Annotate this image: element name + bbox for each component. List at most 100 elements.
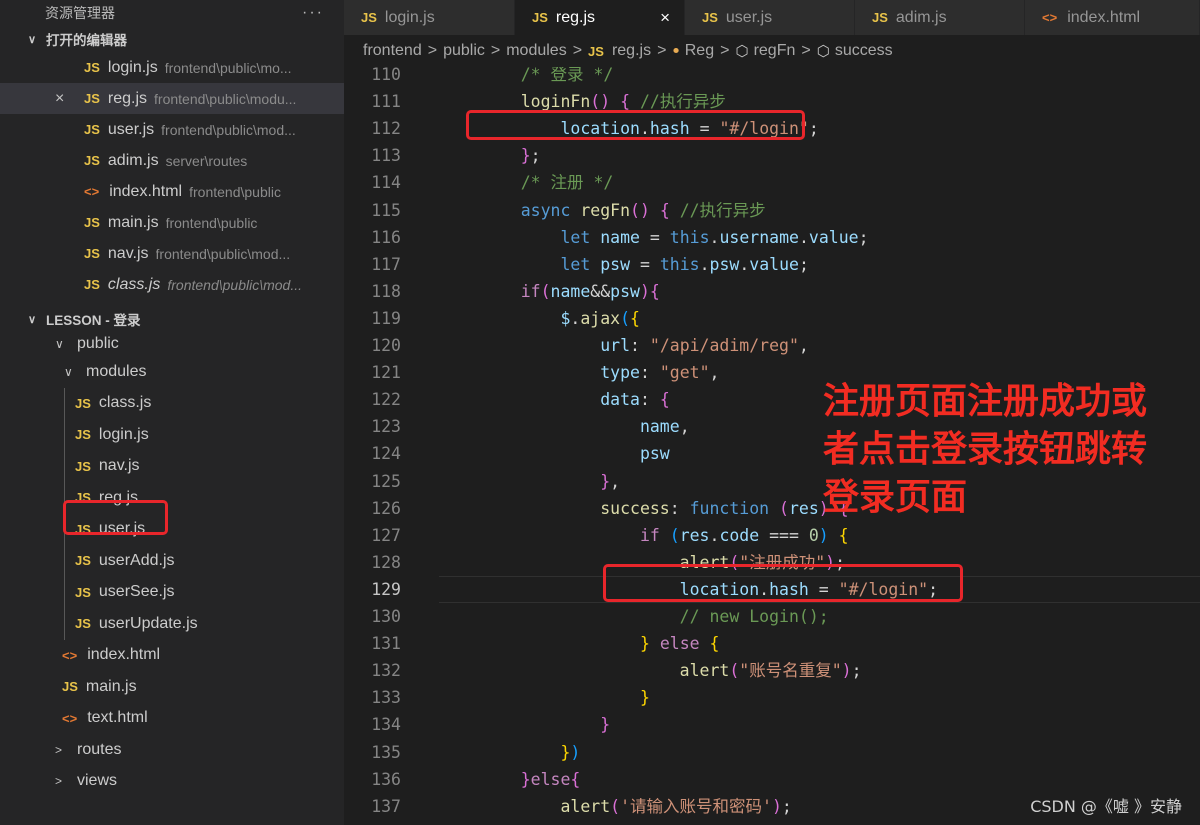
file-name: index.html [109,182,183,200]
file-path: frontend\public\mod... [161,121,296,138]
code-token: : [639,363,660,383]
breadcrumb-item[interactable]: reg.js [612,42,651,60]
code-token: else [530,769,571,789]
code-token: alert [481,661,730,681]
tree-file-item[interactable]: <> index.html [0,640,344,672]
open-editors-header[interactable]: ∨ 打开的编辑器 [0,26,344,52]
js-file-icon: JS [75,395,91,411]
tree-file-item[interactable]: JS login.js [0,419,344,451]
code-line: 120 url: "/api/adim/reg", [344,332,1200,359]
file-path: frontend\public\modu... [154,90,297,107]
tree-file-item[interactable]: JS main.js [0,671,344,703]
js-file-icon: JS [84,277,100,292]
folder-public[interactable]: ∨ public [0,332,344,356]
code-text: url: "/api/adim/reg", [481,332,809,359]
folder-routes[interactable]: > routes [0,734,344,766]
tab-user-js[interactable]: JS user.js [685,0,855,35]
code-text: let name = this.username.value; [481,224,869,251]
file-name: text.html [87,709,148,727]
file-path: frontend\public [189,183,281,200]
code-token: { [659,200,670,220]
code-text: let psw = this.psw.value; [481,251,808,278]
folder-views[interactable]: > views [0,766,344,798]
code-line: 127 if (res.code === 0) { [344,522,1200,549]
tree-file-item[interactable]: <> text.html [0,703,344,735]
breadcrumb-item[interactable]: public [443,42,485,60]
code-token: ; [851,661,862,681]
line-number: 127 [371,525,401,545]
chevron-right-icon: > [490,42,501,59]
code-token: : [639,390,660,410]
line-number: 131 [371,634,401,654]
tree-file-item[interactable]: JS class.js [0,388,344,420]
code-token: ; [858,227,869,247]
js-file-icon: JS [702,10,718,25]
open-editor-item[interactable]: JS nav.js frontend\public\mod... [0,238,344,269]
js-file-icon: JS [75,553,91,569]
code-token: { [838,525,849,545]
line-number: 115 [371,200,401,220]
file-name: login.js [98,425,149,443]
html-file-icon: <> [62,710,78,726]
code-token: /* 登录 */ [481,67,614,84]
breadcrumb-item[interactable]: success [835,42,893,60]
code-token: ( [610,796,621,816]
js-file-icon: JS [62,679,78,695]
tab-reg-js[interactable]: JS reg.js × [515,0,685,35]
line-number: 112 [371,119,401,139]
close-icon[interactable]: × [55,90,64,108]
file-name: main.js [85,677,137,695]
more-actions-icon[interactable]: ··· [302,4,324,22]
explorer-title: 资源管理器 [45,5,115,21]
tree-file-item[interactable]: JS nav.js [0,451,344,483]
line-number: 126 [371,498,401,518]
js-file-icon: JS [75,427,91,443]
tab-login-js[interactable]: JS login.js [344,0,515,35]
file-name: login.js [107,58,158,76]
code-token: "get" [659,363,710,383]
file-name: nav.js [107,244,149,262]
code-token: data [481,390,640,410]
open-editor-item[interactable]: JS user.js frontend\public\mod... [0,114,344,145]
code-token: let [481,254,591,274]
tree-file-item[interactable]: JS userUpdate.js [0,608,344,640]
chevron-down-icon: ∨ [55,337,64,351]
open-editor-item[interactable]: <> index.html frontend\public [0,176,344,207]
open-editor-item[interactable]: JS main.js frontend\public [0,207,344,238]
tree-file-item[interactable]: JS userAdd.js [0,545,344,577]
chevron-right-icon: > [720,42,730,59]
file-path: frontend\public\mod... [155,245,291,262]
open-editor-item[interactable]: × JS reg.js frontend\public\modu... [0,83,344,114]
code-text: if(name&&psw){ [481,278,660,305]
tree-file-item[interactable]: JS userSee.js [0,577,344,609]
tree-file-item[interactable]: JS user.js [0,514,344,546]
breadcrumb-item[interactable]: Reg [685,42,714,60]
open-editor-item[interactable]: JS login.js frontend\public\mo... [0,52,344,83]
chevron-right-icon: > [657,42,667,59]
open-editor-item[interactable]: JS adim.js server\routes [0,145,344,176]
line-number: 138 [344,820,401,825]
tree-file-item[interactable]: JS reg.js [0,482,344,514]
code-token: let [481,227,591,247]
chevron-right-icon: > [801,42,811,59]
line-number: 130 [371,607,401,626]
tab-adim-js[interactable]: JS adim.js [855,0,1025,35]
close-icon[interactable]: × [660,8,670,28]
folder-modules[interactable]: ∨ modules [0,356,344,388]
open-editor-item[interactable]: JS class.js frontend\public\mod... [0,269,344,300]
breadcrumb-item[interactable]: regFn [754,42,796,60]
code-token: res [679,525,710,545]
file-name: nav.js [98,457,140,475]
breadcrumb-item[interactable]: frontend [363,42,422,60]
tab-index-html[interactable]: <> index.html [1025,0,1200,35]
code-token: ) [771,796,782,816]
code-token: === [759,525,809,545]
project-header[interactable]: ∨ LESSON - 登录 [0,306,344,332]
breadcrumb-item[interactable]: modules [506,42,566,60]
code-line: 119 $.ajax({ [344,305,1200,332]
open-editors-label: 打开的编辑器 [46,33,127,48]
line-number: 110 [371,67,401,84]
code-text: }, [481,468,620,495]
js-file-icon: JS [361,10,377,25]
